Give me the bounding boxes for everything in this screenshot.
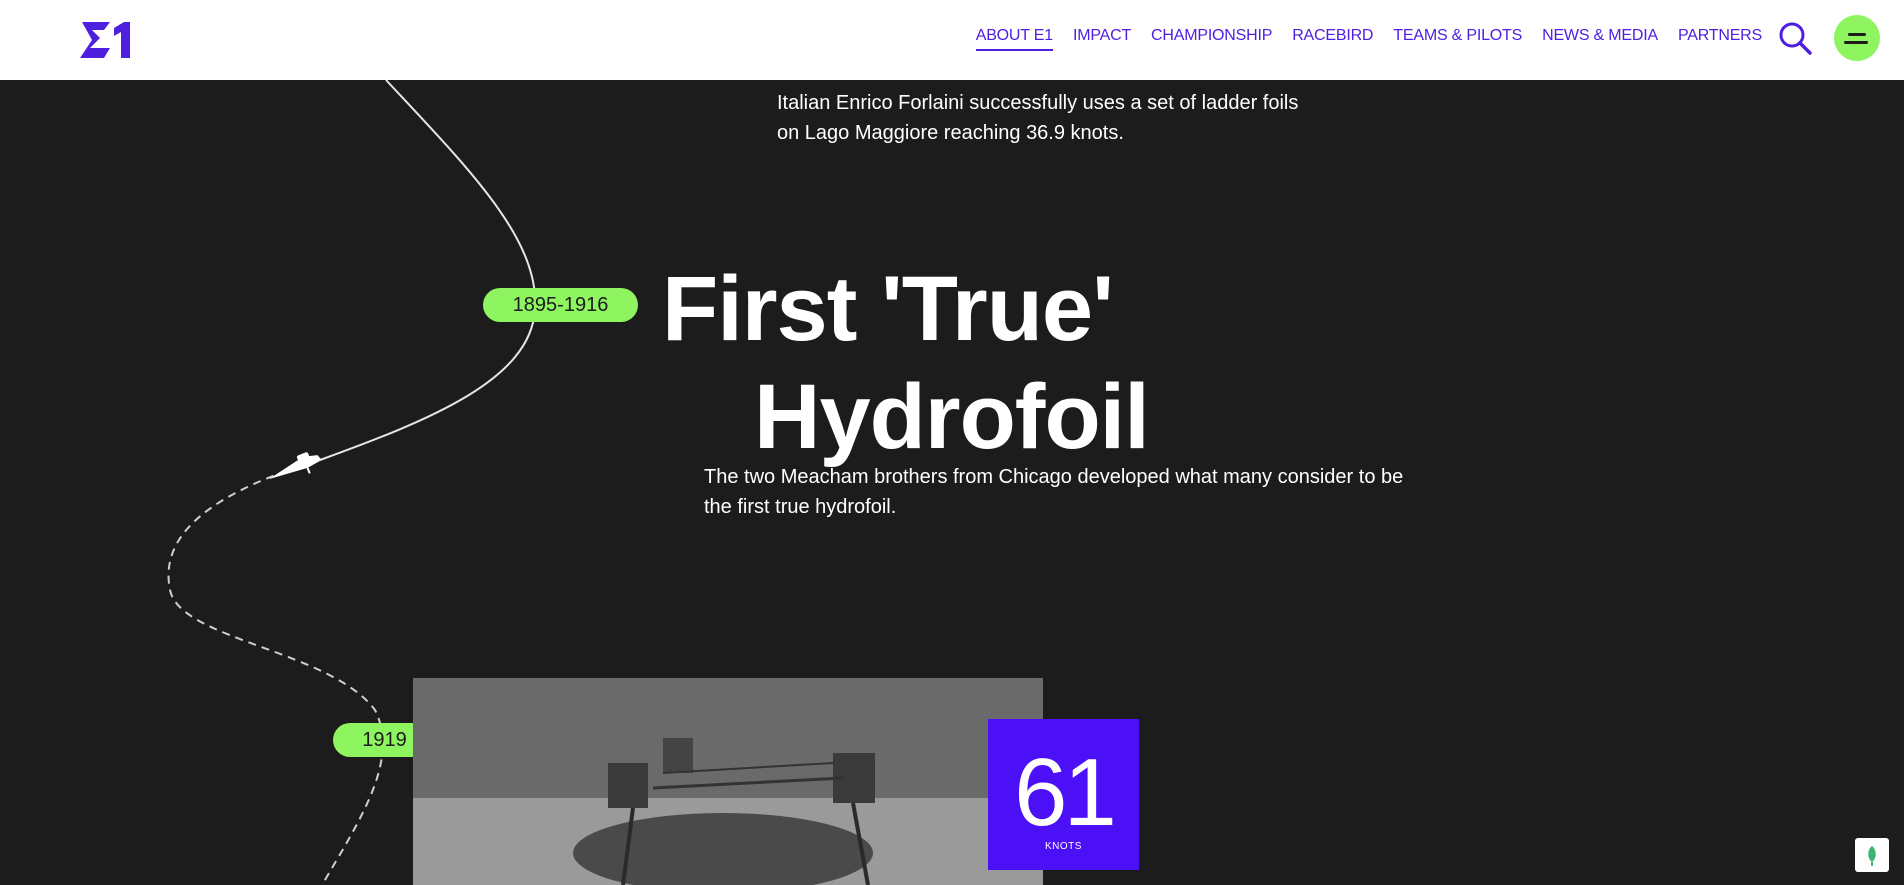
leaf-icon	[1868, 846, 1876, 866]
menu-icon-bar	[1844, 41, 1868, 44]
menu-button[interactable]	[1834, 15, 1880, 61]
search-icon[interactable]	[1778, 21, 1812, 55]
nav-news-media[interactable]: NEWS & MEDIA	[1542, 27, 1658, 51]
racebird-boat-icon	[268, 452, 322, 480]
nav-impact[interactable]: IMPACT	[1073, 27, 1131, 51]
nav-about-e1[interactable]: ABOUT E1	[975, 27, 1053, 51]
main-nav: ABOUT E1 IMPACT CHAMPIONSHIP RACEBIRD TE…	[975, 27, 1762, 51]
menu-icon	[1848, 33, 1866, 36]
hydrofoil-photo-illustration	[413, 678, 1043, 885]
entry-description: The two Meacham brothers from Chicago de…	[704, 466, 1404, 518]
nav-partners[interactable]: PARTNERS	[1678, 27, 1762, 51]
speed-unit: KNOTS	[1045, 841, 1082, 852]
nav-racebird[interactable]: RACEBIRD	[1292, 27, 1373, 51]
previous-entry-text: Italian Enrico Forlaini successfully use…	[777, 92, 1299, 144]
hydrofoil-photo	[413, 678, 1043, 885]
feedback-button[interactable]	[1855, 838, 1889, 872]
site-header: ABOUT E1 IMPACT CHAMPIONSHIP RACEBIRD TE…	[0, 0, 1904, 80]
entry-title-line2: Hydrofoil	[754, 366, 1150, 468]
nav-championship[interactable]: CHAMPIONSHIP	[1151, 27, 1272, 51]
speed-stat-card: 61 KNOTS	[988, 719, 1139, 870]
nav-teams-pilots[interactable]: TEAMS & PILOTS	[1393, 27, 1522, 51]
entry-title: First 'True' Hydrofoil	[662, 255, 1182, 471]
speed-value: 61	[1014, 739, 1117, 846]
entry-title-line1: First 'True'	[662, 258, 1114, 360]
year-badge: 1895-1916	[483, 288, 638, 322]
e1-logo[interactable]	[78, 18, 134, 62]
